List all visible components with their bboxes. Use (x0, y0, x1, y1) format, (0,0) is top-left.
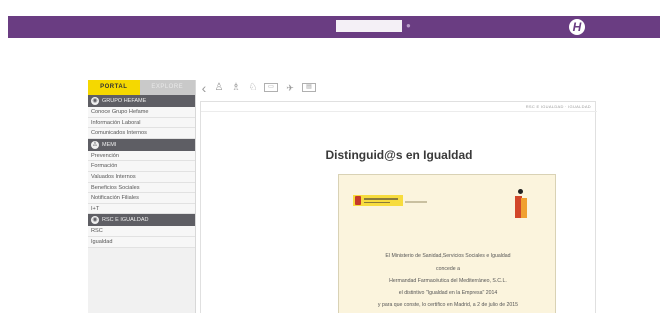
sidebar-item-formacion[interactable]: Formación (88, 161, 195, 172)
sidebar-item-beneficios-sociales[interactable]: Beneficios Sociales (88, 182, 195, 194)
section-header-grupo-hefame[interactable]: ◉ GRUPO HEFAME (88, 95, 195, 107)
certificate-image: El Ministerio de Sanidad,Servicios Socia… (338, 174, 556, 313)
section-title: MEMI (102, 141, 117, 148)
spain-crest-icon (355, 196, 361, 205)
section-title: GRUPO HEFAME (102, 98, 147, 104)
tab-explore[interactable]: EXPLORE (139, 80, 195, 95)
person-icon[interactable]: ♙ (213, 82, 225, 94)
section-title: RSC E IGUALDAD (102, 217, 149, 224)
search-icon[interactable]: ● (406, 22, 412, 30)
equality-emblem-icon (513, 189, 529, 219)
sidebar-item-igualdad[interactable]: Igualdad (88, 236, 195, 248)
sidebar-item-i-t[interactable]: I+T (88, 203, 195, 215)
certificate-line: el distintivo "Igualdad en la Empresa" 2… (398, 290, 498, 296)
emblem-dot (518, 189, 523, 194)
sidebar: PORTAL EXPLORE ◉ GRUPO HEFAME Conoce Gru… (88, 80, 196, 313)
hefame-logo[interactable]: H (569, 19, 585, 35)
portal-frame: PORTAL EXPLORE ◉ GRUPO HEFAME Conoce Gru… (88, 80, 597, 313)
certificate-line: concede a (436, 266, 460, 272)
globe-icon: ◉ (91, 216, 99, 225)
content-topline: RSC E IGUALDAD · IGUALDAD (201, 102, 597, 112)
logo-text-bar (364, 198, 398, 200)
sidebar-item-notificacion-filiales[interactable]: Notificación Filiales (88, 193, 195, 204)
user-group-icon[interactable]: ♘ (247, 82, 259, 94)
ministry-logo (353, 195, 403, 206)
sidebar-item-prevencion[interactable]: Prevención (88, 150, 195, 162)
back-icon[interactable]: ‹ (200, 81, 208, 95)
certificate-line: y para que conste, lo certifico en Madri… (377, 302, 519, 308)
page-title: Distinguid@s en Igualdad (325, 148, 473, 162)
globe-icon: ◉ (91, 97, 99, 105)
monitor-icon[interactable]: ▤ (302, 83, 316, 92)
sidebar-item-rsc[interactable]: RSC (88, 226, 195, 237)
certificate-line: El Ministerio de Sanidad,Servicios Socia… (385, 253, 511, 259)
page: ● H PORTAL EXPLORE ◉ GRUPO HEFAME Conoce… (0, 0, 667, 313)
sidebar-item-informacion-laboral[interactable]: Información Laboral (88, 117, 195, 129)
person-icon: ♙ (91, 140, 99, 149)
logo-text-bar (364, 201, 390, 203)
emblem-orange-shape (521, 198, 527, 218)
search-input[interactable] (336, 20, 402, 32)
sidebar-tabs: PORTAL EXPLORE (88, 80, 195, 95)
tab-portal[interactable]: PORTAL (88, 80, 140, 95)
toolbar: ‹ ♙ ♗ ♘ ▭ ✈ ▤ (200, 80, 460, 95)
ministry-name-bar (405, 201, 427, 203)
breadcrumb[interactable]: RSC E IGUALDAD · IGUALDAD (526, 104, 591, 109)
plane-icon[interactable]: ✈ (283, 82, 297, 94)
sidebar-item-conoce-grupo-hefame[interactable]: Conoce Grupo Hefame (88, 107, 195, 118)
card-icon[interactable]: ▭ (264, 83, 278, 92)
section-header-memi[interactable]: ♙ MEMI (88, 138, 195, 151)
sidebar-item-comunicados-internos[interactable]: Comunicados Internos (88, 128, 195, 139)
content-panel: RSC E IGUALDAD · IGUALDAD Distinguid@s e… (200, 101, 597, 313)
top-banner: ● H (8, 16, 660, 38)
section-header-rsc-igualdad[interactable]: ◉ RSC E IGUALDAD (88, 214, 195, 227)
people-icon[interactable]: ♗ (230, 82, 242, 94)
sidebar-item-valuados-internos[interactable]: Valuados Internos (88, 171, 195, 183)
certificate-line: Hermandad Farmacéutica del Mediterráneo,… (389, 278, 507, 284)
